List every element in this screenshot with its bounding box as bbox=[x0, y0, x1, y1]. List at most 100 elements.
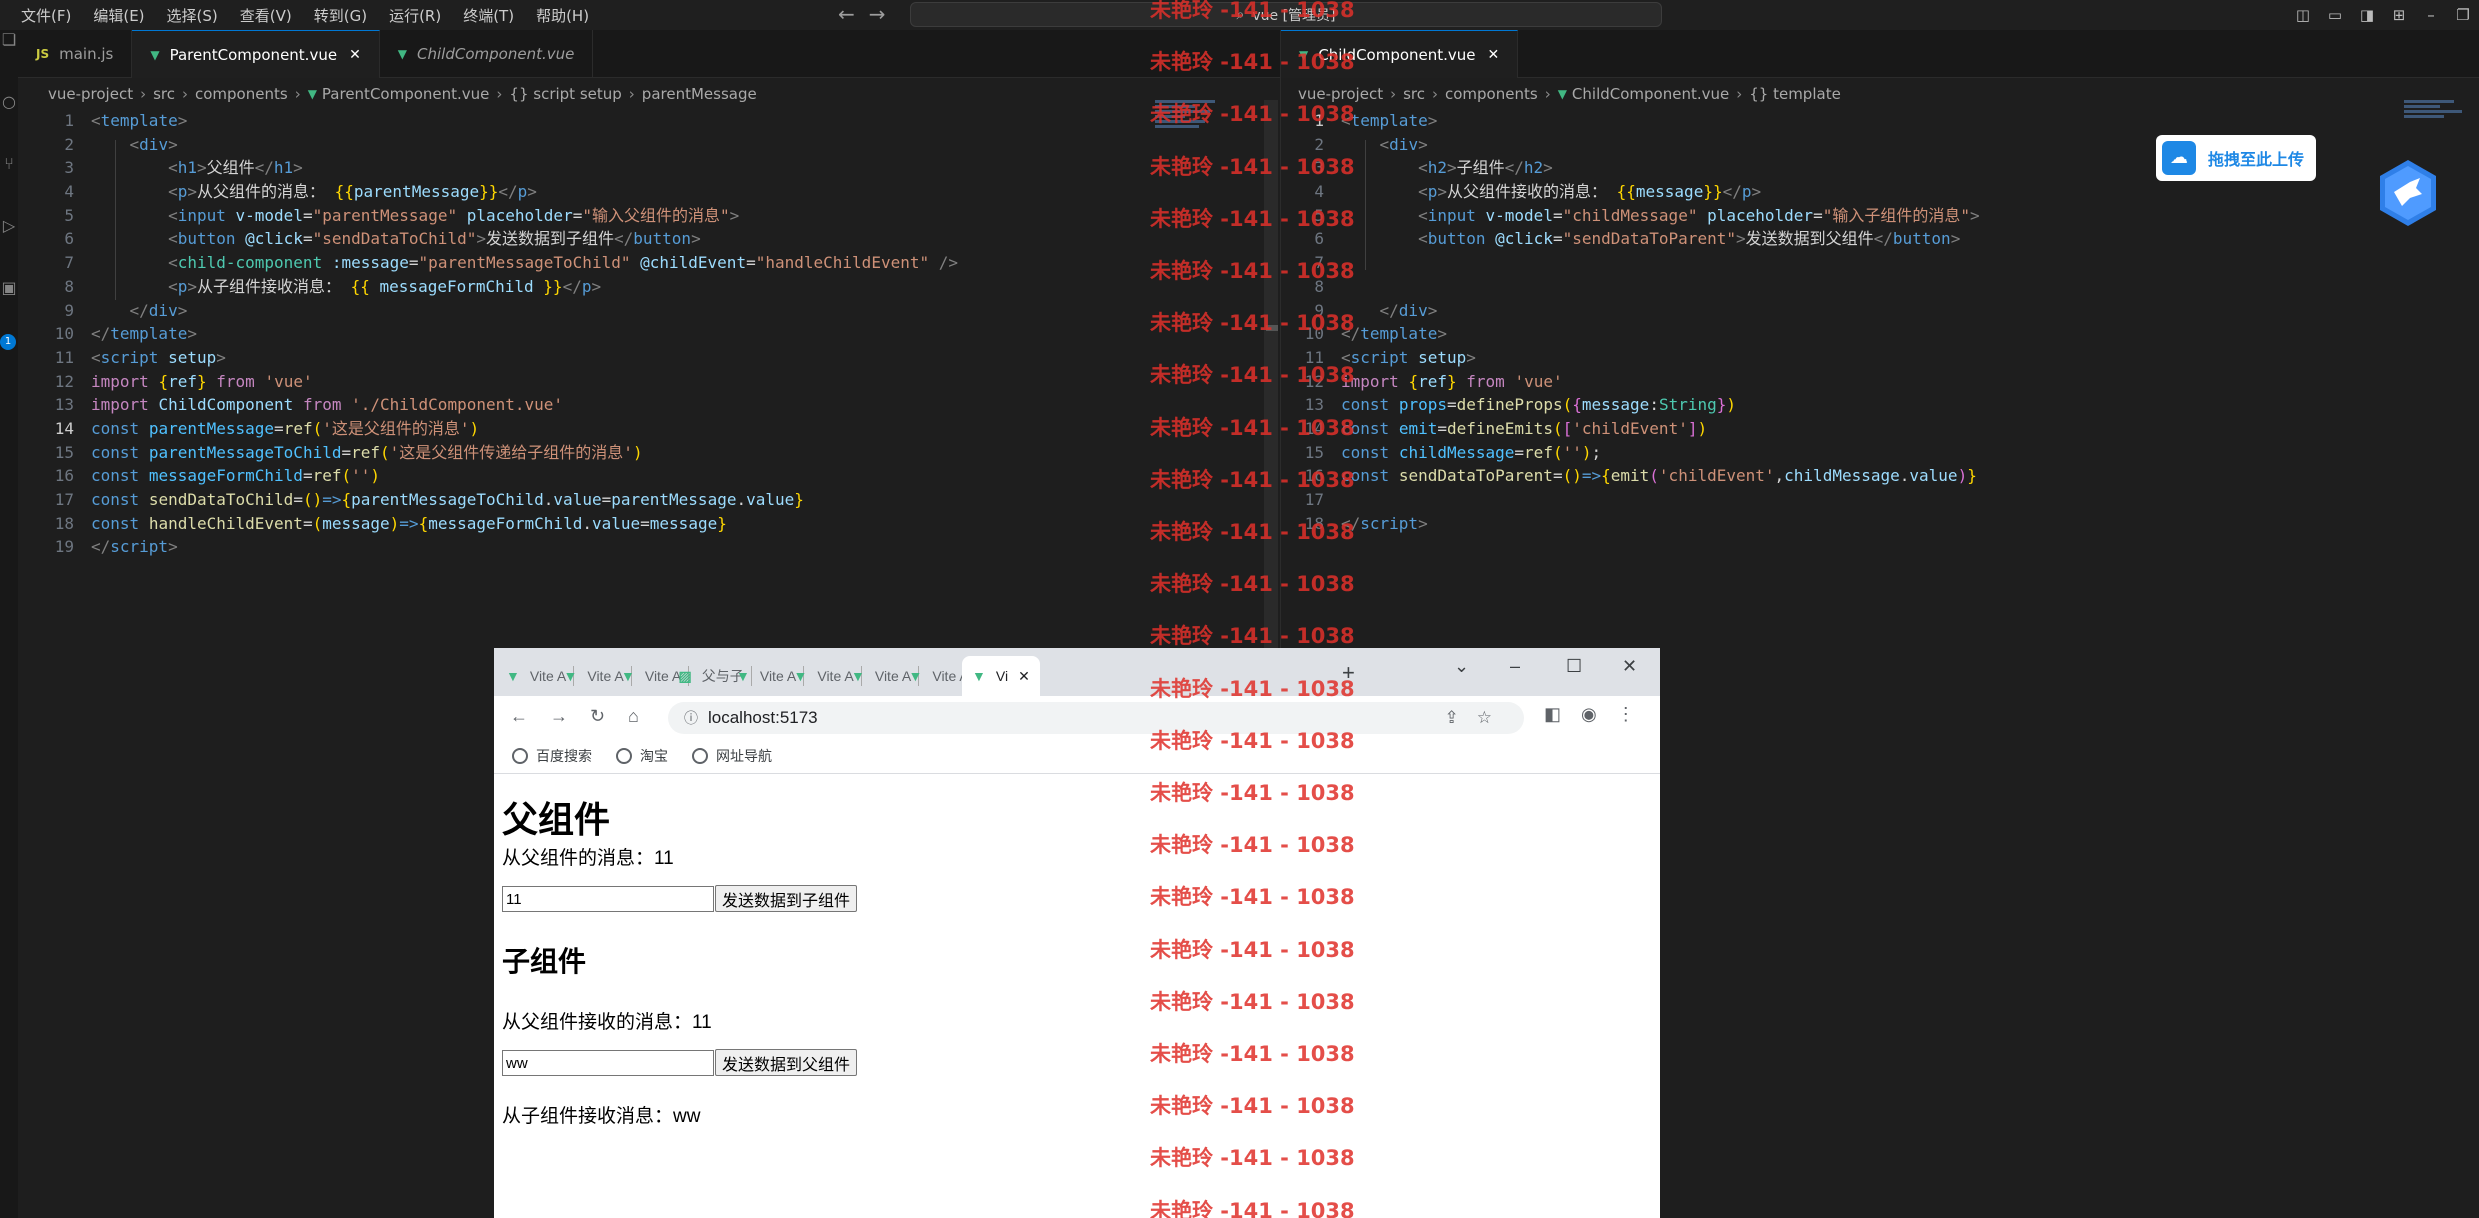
browser-tab[interactable]: ▼ Vi ✕ bbox=[962, 656, 1040, 696]
side-panel-icon[interactable]: ◧ bbox=[1544, 704, 1581, 724]
run-debug-icon[interactable]: ▷ bbox=[0, 216, 18, 278]
menu-item[interactable]: 帮助(H) bbox=[536, 5, 589, 26]
code-line[interactable]: 14 const parentMessage=ref('这是父组件的消息') bbox=[18, 417, 1264, 441]
send-to-parent-button[interactable]: 发送数据到父组件 bbox=[715, 1049, 858, 1076]
breadcrumb-item[interactable]: parentMessage bbox=[642, 85, 757, 103]
code-line[interactable]: 18 const handleChildEvent=(message)=>{mes… bbox=[18, 512, 1264, 536]
site-info-icon[interactable]: ⓘ bbox=[684, 708, 698, 728]
code-line[interactable]: 9 </div> bbox=[1268, 299, 2408, 323]
breadcrumb-item[interactable]: ChildComponent.vue bbox=[1572, 85, 1729, 103]
code-line[interactable]: 5 <input v-model="childMessage" placehol… bbox=[1268, 204, 2408, 228]
breadcrumb-item[interactable]: src bbox=[1403, 85, 1425, 103]
close-tab-icon[interactable]: ✕ bbox=[1488, 47, 1500, 63]
browser-tab[interactable]: ▼ Vite A bbox=[621, 656, 690, 696]
share-icon[interactable]: ⇪ bbox=[1445, 708, 1477, 727]
reload-icon[interactable]: ↻ bbox=[590, 706, 605, 727]
browser-tab[interactable]: ▨ 父与子 bbox=[679, 656, 752, 696]
breadcrumb-item[interactable]: components bbox=[195, 85, 288, 103]
code-line[interactable]: 4 <p>从父组件接收的消息： {{message}}</p> bbox=[1268, 180, 2408, 204]
bookmark-item[interactable]: 淘宝 bbox=[616, 746, 668, 766]
code-line[interactable]: 12 import {ref} from 'vue' bbox=[18, 370, 1264, 394]
right-minimap[interactable] bbox=[2404, 100, 2474, 150]
code-line[interactable]: 2 <div> bbox=[18, 133, 1264, 157]
breadcrumb-item[interactable]: vue-project bbox=[48, 85, 133, 103]
code-line[interactable]: 11 <script setup> bbox=[1268, 346, 2408, 370]
breadcrumb-item[interactable]: ParentComponent.vue bbox=[322, 85, 489, 103]
address-bar[interactable]: ⓘ localhost:5173 ⇪☆ bbox=[668, 702, 1524, 734]
browser-tab[interactable]: ▼ Vite A bbox=[909, 656, 977, 696]
breadcrumb-item[interactable]: {} template bbox=[1749, 85, 1841, 103]
child-message-input[interactable] bbox=[502, 1050, 714, 1076]
restore-icon[interactable]: ❐ bbox=[2447, 6, 2479, 24]
browser-back-icon[interactable]: ← bbox=[510, 706, 528, 727]
code-line[interactable]: 14 const emit=defineEmits(['childEvent']) bbox=[1268, 417, 2408, 441]
back-arrow-icon[interactable]: ← bbox=[838, 2, 869, 26]
menu-item[interactable]: 选择(S) bbox=[167, 5, 218, 26]
code-line[interactable]: 13 const props=defineProps({message:Strin… bbox=[1268, 393, 2408, 417]
breadcrumb-item[interactable]: components bbox=[1445, 85, 1538, 103]
menu-item[interactable]: 运行(R) bbox=[389, 5, 441, 26]
bird-assistant-icon[interactable] bbox=[2376, 158, 2440, 228]
menu-item[interactable]: 编辑(E) bbox=[93, 5, 144, 26]
browser-tab[interactable]: ▼ Vite A bbox=[506, 656, 575, 696]
code-line[interactable]: 12 import {ref} from 'vue' bbox=[1268, 370, 2408, 394]
drag-upload-button[interactable]: ☁ 拖拽至此上传 bbox=[2156, 135, 2316, 181]
source-control-icon[interactable]: ⑂ bbox=[0, 154, 18, 216]
browser-tab[interactable]: ▼ Vite A bbox=[794, 656, 862, 696]
code-line[interactable]: 6 <button @click="sendDataToChild">发送数据到… bbox=[18, 227, 1264, 251]
explorer-icon[interactable]: ❏ bbox=[0, 30, 18, 92]
browser-tab[interactable]: ▼ Vite A bbox=[851, 656, 920, 696]
menu-item[interactable]: 文件(F) bbox=[21, 5, 71, 26]
code-line[interactable]: 18 </script> bbox=[1268, 512, 2408, 536]
code-line[interactable]: 7 bbox=[1268, 251, 2408, 275]
code-line[interactable]: 1 <template> bbox=[1268, 109, 2408, 133]
code-line[interactable]: 13 import ChildComponent from './ChildCom… bbox=[18, 393, 1264, 417]
code-line[interactable]: 17 bbox=[1268, 488, 2408, 512]
bookmark-item[interactable]: 网址导航 bbox=[692, 746, 772, 766]
code-line[interactable]: 1 <template> bbox=[18, 109, 1264, 133]
code-line[interactable]: 8 <p>从子组件接收消息： {{ messageFormChild }}</p… bbox=[18, 275, 1264, 299]
code-line[interactable]: 16 const sendDataToParent=()=>{emit('chil… bbox=[1268, 464, 2408, 488]
tab-search-icon[interactable]: ⌄ bbox=[1454, 656, 1469, 677]
left-code-editor[interactable]: 1 <template> 2 <div> 3 <h1>父组件</h1> 4 <p>从父组… bbox=[18, 109, 1264, 559]
home-icon[interactable]: ⌂ bbox=[628, 706, 639, 727]
code-line[interactable]: 6 <button @click="sendDataToParent">发送数据… bbox=[1268, 227, 2408, 251]
bookmark-item[interactable]: 百度搜索 bbox=[512, 746, 592, 766]
close-tab-icon[interactable]: ✕ bbox=[349, 47, 361, 63]
editor-tab[interactable]: ▼ ChildComponent.vue bbox=[380, 30, 594, 78]
code-line[interactable]: 5 <input v-model="parentMessage" placeho… bbox=[18, 204, 1264, 228]
code-line[interactable]: 15 const parentMessageToChild=ref('这是父组件传… bbox=[18, 441, 1264, 465]
code-line[interactable]: 8 bbox=[1268, 275, 2408, 299]
code-line[interactable]: 17 const sendDataToChild=()=>{parentMessa… bbox=[18, 488, 1264, 512]
customize-layout-icon[interactable]: ⊞ bbox=[2383, 6, 2415, 24]
browser-tab[interactable]: ▼ Vite A bbox=[564, 656, 632, 696]
minimize-icon[interactable]: – bbox=[2415, 6, 2447, 24]
code-line[interactable]: 4 <p>从父组件的消息： {{parentMessage}}</p> bbox=[18, 180, 1264, 204]
browser-minimize-icon[interactable]: – bbox=[1510, 656, 1520, 677]
code-line[interactable]: 11 <script setup> bbox=[18, 346, 1264, 370]
breadcrumb-item[interactable]: src bbox=[153, 85, 175, 103]
close-browser-tab-icon[interactable]: ✕ bbox=[1018, 668, 1030, 685]
code-line[interactable]: 19 </script> bbox=[18, 535, 1264, 559]
breadcrumb-item[interactable]: {} script setup bbox=[509, 85, 621, 103]
code-line[interactable]: 10 </template> bbox=[18, 322, 1264, 346]
menu-item[interactable]: 查看(V) bbox=[240, 5, 292, 26]
toggle-secondary-sidebar-icon[interactable]: ◨ bbox=[2351, 6, 2383, 24]
nav-arrows[interactable]: ←→ bbox=[838, 2, 900, 26]
code-line[interactable]: 9 </div> bbox=[18, 299, 1264, 323]
menu-item[interactable]: 终端(T) bbox=[463, 5, 514, 26]
code-line[interactable]: 10 </template> bbox=[1268, 322, 2408, 346]
send-to-child-button[interactable]: 发送数据到子组件 bbox=[715, 885, 858, 912]
browser-forward-icon[interactable]: → bbox=[550, 706, 568, 727]
parent-message-input[interactable] bbox=[502, 886, 714, 912]
extensions-icon[interactable]: ▣ bbox=[0, 278, 18, 340]
search-view-icon[interactable]: ○ bbox=[0, 92, 18, 154]
toggle-sidebar-icon[interactable]: ◫ bbox=[2287, 6, 2319, 24]
browser-close-icon[interactable]: ✕ bbox=[1622, 656, 1637, 677]
editor-tab[interactable]: ▼ ParentComponent.vue ✕ bbox=[132, 30, 380, 78]
browser-menu-icon[interactable]: ⋮ bbox=[1617, 704, 1655, 724]
editor-tab[interactable]: JS main.js bbox=[18, 30, 133, 78]
forward-arrow-icon[interactable]: → bbox=[869, 2, 900, 26]
menu-item[interactable]: 转到(G) bbox=[314, 5, 367, 26]
code-line[interactable]: 16 const messageFormChild=ref('') bbox=[18, 464, 1264, 488]
